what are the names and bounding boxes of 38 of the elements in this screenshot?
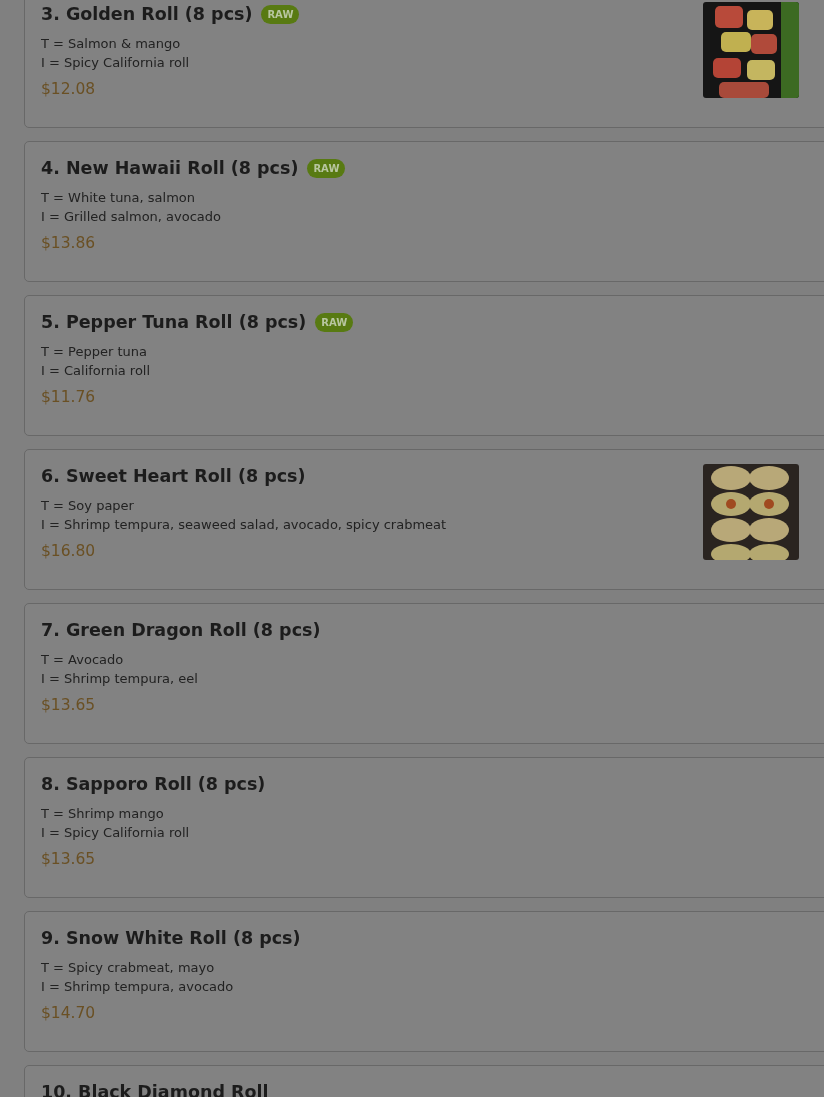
- item-price: $13.65: [41, 850, 97, 868]
- menu-card[interactable]: 7. Green Dragon Roll (8 pcs) T = Avocado I = Shrimp tempura, eel $13.65: [24, 603, 824, 744]
- raw-badge: RAW: [315, 312, 354, 332]
- item-price: $14.70: [41, 1004, 97, 1022]
- menu-card[interactable]: 5. Pepper Tuna Roll (8 pcs) RAW T = Pepper tuna I = California roll $11.76: [24, 295, 824, 436]
- item-description: I = Spicy California roll: [41, 54, 191, 72]
- item-description: T = Spicy crabmeat, mayo: [41, 959, 216, 977]
- raw-badge: RAW: [261, 4, 300, 24]
- item-title: 6. Sweet Heart Roll (8 pcs): [41, 466, 306, 486]
- item-description: T = Soy paper: [41, 497, 135, 515]
- item-description: T = Pepper tuna: [41, 343, 148, 361]
- item-description: I = Shrimp tempura, avocado: [41, 978, 235, 996]
- item-description: T = Avocado: [41, 651, 125, 669]
- item-description: T = Salmon & mango: [41, 35, 182, 53]
- item-price: $16.80: [41, 542, 97, 560]
- item-description: I = Grilled salmon, avocado: [41, 208, 223, 226]
- item-description: I = Spicy California roll: [41, 824, 191, 842]
- menu-card[interactable]: 9. Snow White Roll (8 pcs) T = Spicy crabmeat, mayo I = Shrimp tempura, avocado $14.70: [24, 911, 824, 1052]
- item-title: 7. Green Dragon Roll (8 pcs): [41, 620, 321, 640]
- item-title: 8. Sapporo Roll (8 pcs): [41, 774, 266, 794]
- item-price: $13.86: [41, 234, 97, 252]
- item-title: 4. New Hawaii Roll (8 pcs): [41, 158, 299, 178]
- item-description: T = Shrimp mango: [41, 805, 165, 823]
- item-description: I = California roll: [41, 362, 152, 380]
- menu-card[interactable]: 3. Golden Roll (8 pcs) RAW T = Salmon & mango I = Spicy California roll $12.08: [24, 0, 824, 128]
- menu-card[interactable]: 6. Sweet Heart Roll (8 pcs) T = Soy paper I = Shrimp tempura, seaweed salad, avocado, spicy crabmeat $16.80: [24, 449, 824, 590]
- item-title: 5. Pepper Tuna Roll (8 pcs): [41, 312, 307, 332]
- item-price: $13.65: [41, 696, 97, 714]
- item-price: $12.08: [41, 80, 97, 98]
- item-title: 9. Snow White Roll (8 pcs): [41, 928, 301, 948]
- item-description: T = White tuna, salmon: [41, 189, 197, 207]
- menu-card[interactable]: 4. New Hawaii Roll (8 pcs) RAW T = White tuna, salmon I = Grilled salmon, avocado $13.86: [24, 141, 824, 282]
- item-title: 3. Golden Roll (8 pcs): [41, 4, 253, 24]
- item-price: $11.76: [41, 388, 97, 406]
- menu-card[interactable]: 8. Sapporo Roll (8 pcs) T = Shrimp mango I = Spicy California roll $13.65: [24, 757, 824, 898]
- item-description: I = Shrimp tempura, seaweed salad, avocado, spicy crabmeat: [41, 516, 447, 534]
- raw-badge: RAW: [307, 158, 346, 178]
- item-description: I = Shrimp tempura, eel: [41, 670, 199, 688]
